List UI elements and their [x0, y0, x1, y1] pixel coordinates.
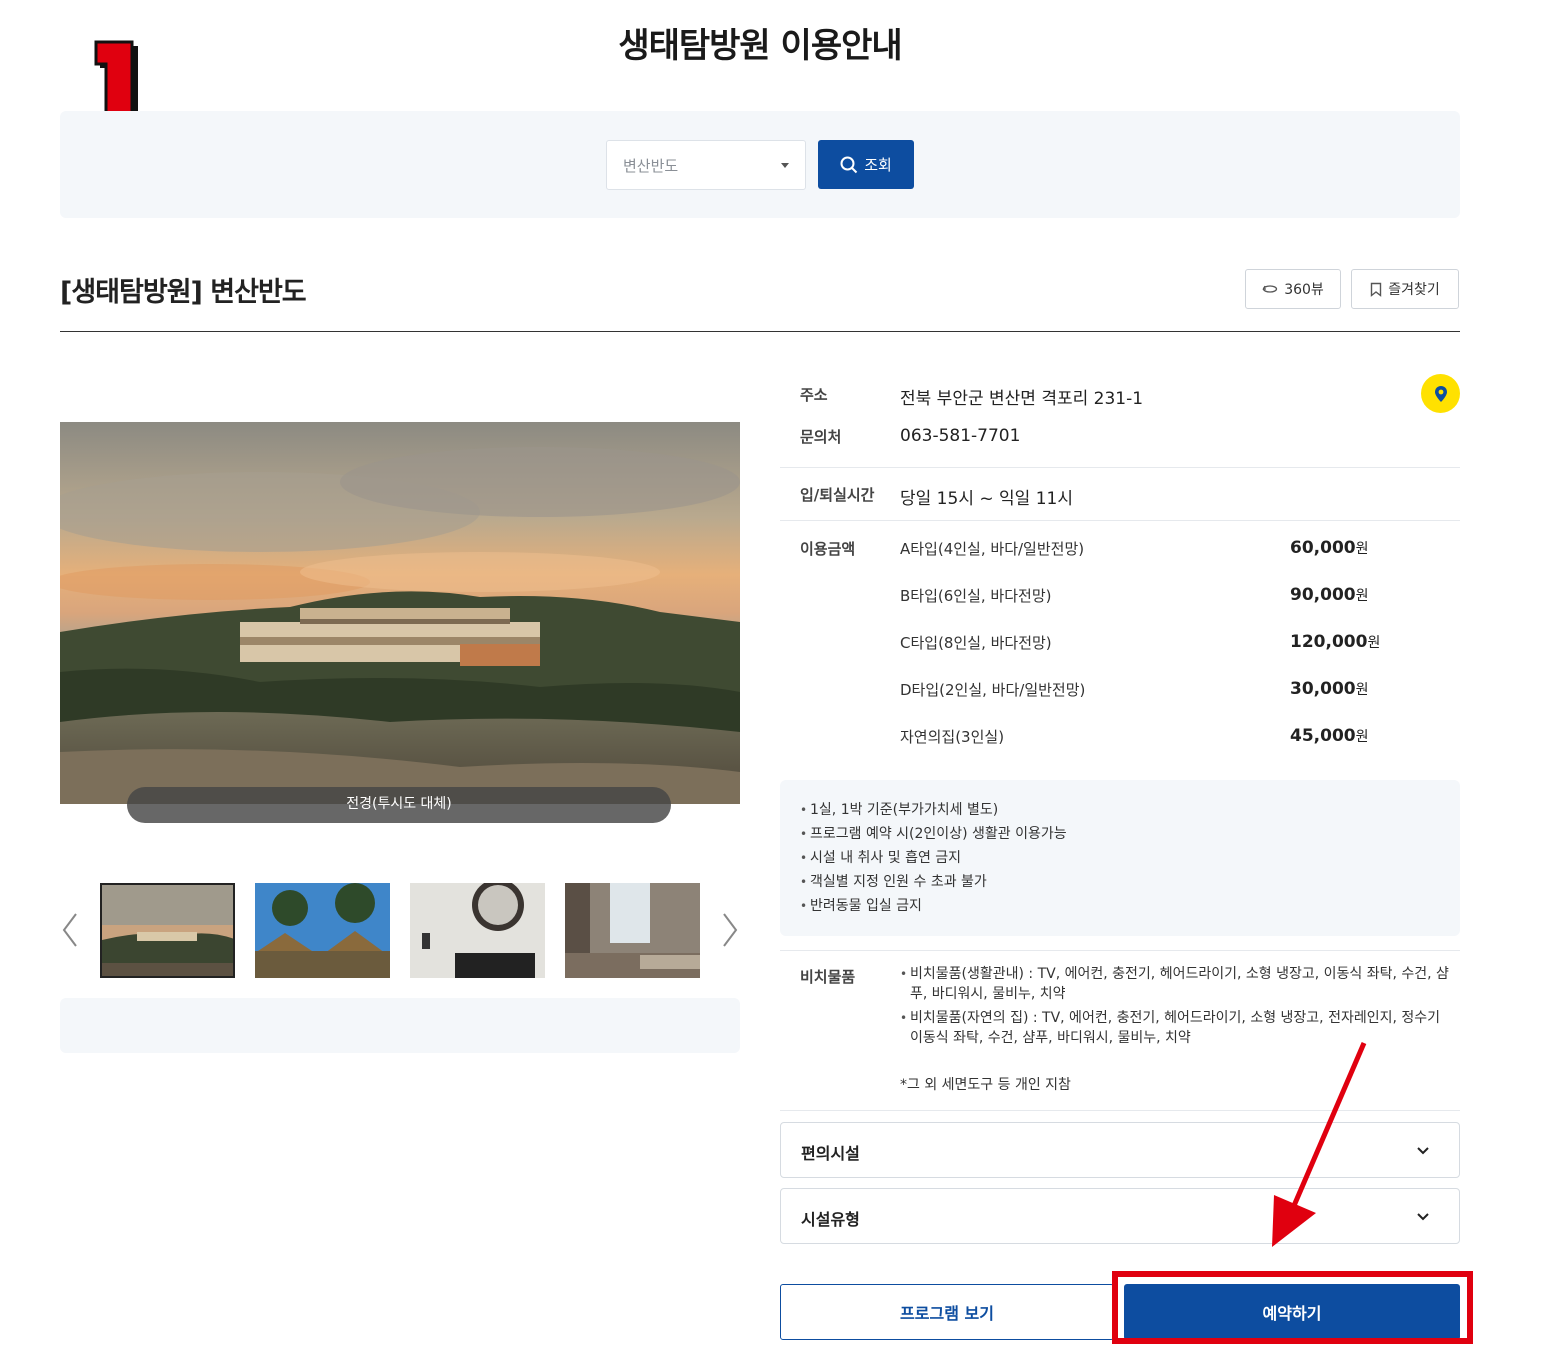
- info-divider: [780, 520, 1460, 521]
- thumbnail-description-box: [60, 998, 740, 1053]
- room-price-value: 90,000: [1290, 585, 1356, 605]
- accordion-convenience[interactable]: 편의시설: [780, 1122, 1460, 1178]
- price-row: C타입(8인실, 바다전망) 120,000원: [780, 632, 1460, 656]
- amenity-item: 비치물품(자연의 집) : TV, 에어컨, 충전기, 헤어드라이기, 소형 냉…: [900, 1008, 1456, 1048]
- amenity-item: 비치물품(생활관내) : TV, 에어컨, 충전기, 헤어드라이기, 소형 냉장…: [900, 964, 1456, 1004]
- room-price: 45,000원: [1290, 726, 1369, 746]
- room-price-unit: 원: [1367, 635, 1381, 651]
- search-button[interactable]: 조회: [818, 140, 914, 189]
- price-row: B타입(6인실, 바다전망) 90,000원: [780, 585, 1460, 609]
- search-button-label: 조회: [864, 156, 892, 174]
- map-pin-icon: [1434, 385, 1447, 402]
- thumbnail-3[interactable]: [410, 883, 545, 978]
- region-select[interactable]: 변산반도: [606, 140, 806, 190]
- amenities-label: 비치물품: [800, 968, 856, 986]
- room-type-name: C타입(8인실, 바다전망): [900, 634, 1052, 652]
- address-value: 전북 부안군 변산면 격포리 231-1: [900, 389, 1144, 409]
- notice-item: 객실별 지정 인원 수 초과 불가: [800, 870, 1440, 894]
- bookmark-icon: [1371, 282, 1382, 297]
- room-price-unit: 원: [1355, 682, 1369, 698]
- price-row: A타입(4인실, 바다/일반전망) 60,000원: [780, 538, 1460, 562]
- notice-item: 프로그램 예약 시(2인이상) 생활관 이용가능: [800, 822, 1440, 846]
- reserve-button[interactable]: 예약하기: [1124, 1284, 1460, 1340]
- thumbnail-bathroom-image: [410, 883, 545, 978]
- region-select-value: 변산반도: [623, 156, 679, 175]
- dropdown-caret-icon: [781, 162, 789, 168]
- facility-title: [생태탐방원] 변산반도: [60, 277, 307, 308]
- facility-panorama-image: [60, 422, 740, 804]
- room-price-unit: 원: [1355, 541, 1369, 557]
- price-row: 자연의집(3인실) 45,000원: [780, 726, 1460, 750]
- room-price-unit: 원: [1355, 729, 1369, 745]
- search-icon: [840, 156, 858, 173]
- room-type-name: A타입(4인실, 바다/일반전망): [900, 540, 1085, 558]
- address-label: 주소: [800, 386, 828, 404]
- rotate-360-icon: [1262, 285, 1278, 293]
- thumbnail-next-arrow-icon[interactable]: [718, 910, 742, 950]
- photo-caption: 전경(투시도 대체): [127, 787, 671, 823]
- accordion-facility-type-label: 시설유형: [801, 1210, 860, 1229]
- checkin-label: 입/퇴실시간: [800, 486, 875, 504]
- main-photo: [60, 422, 740, 804]
- notice-item: 시설 내 취사 및 흡연 금지: [800, 846, 1440, 870]
- title-divider: [60, 331, 1460, 332]
- room-price: 60,000원: [1290, 538, 1369, 558]
- view-360-button[interactable]: 360뷰: [1245, 269, 1341, 309]
- chevron-down-icon: [1417, 1147, 1429, 1155]
- room-price: 30,000원: [1290, 679, 1369, 699]
- thumbnail-4[interactable]: [565, 883, 700, 978]
- amenities-note: *그 외 세면도구 등 개인 지참: [900, 1077, 1071, 1093]
- room-price-value: 45,000: [1290, 726, 1356, 746]
- thumbnail-room-image: [565, 883, 700, 978]
- room-price-value: 120,000: [1290, 632, 1368, 652]
- thumbnail-1[interactable]: [100, 883, 235, 978]
- thumbnail-2[interactable]: [255, 883, 390, 978]
- favorite-label: 즐겨찾기: [1388, 282, 1440, 298]
- thumbnail-prev-arrow-icon[interactable]: [58, 910, 82, 950]
- price-row: D타입(2인실, 바다/일반전망) 30,000원: [780, 679, 1460, 703]
- search-panel: 변산반도 조회: [60, 111, 1460, 218]
- room-price: 120,000원: [1290, 632, 1380, 652]
- page-title: 생태탐방원 이용안내: [618, 26, 902, 66]
- favorite-button[interactable]: 즐겨찾기: [1351, 269, 1459, 309]
- room-type-name: 자연의집(3인실): [900, 728, 1005, 746]
- accordion-convenience-label: 편의시설: [801, 1144, 860, 1163]
- room-price-unit: 원: [1355, 588, 1369, 604]
- view-program-button[interactable]: 프로그램 보기: [780, 1284, 1114, 1340]
- room-type-name: B타입(6인실, 바다전망): [900, 587, 1052, 605]
- view-360-label: 360뷰: [1284, 282, 1324, 298]
- room-price-value: 60,000: [1290, 538, 1356, 558]
- notice-item: 1실, 1박 기준(부가가치세 별도): [800, 798, 1440, 822]
- thumbnail-cabins-image: [255, 883, 390, 978]
- notice-box: 1실, 1박 기준(부가가치세 별도) 프로그램 예약 시(2인이상) 생활관 …: [780, 780, 1460, 936]
- thumbnail-panorama-image: [102, 885, 233, 976]
- contact-value: 063-581-7701: [900, 426, 1021, 446]
- room-price: 90,000원: [1290, 585, 1369, 605]
- amenities-list: 비치물품(생활관내) : TV, 에어컨, 충전기, 헤어드라이기, 소형 냉장…: [900, 964, 1456, 1052]
- accordion-facility-type[interactable]: 시설유형: [780, 1188, 1460, 1244]
- chevron-down-icon: [1417, 1213, 1429, 1221]
- facility-actions: 360뷰 즐겨찾기: [1245, 269, 1459, 309]
- info-divider: [780, 1110, 1460, 1111]
- map-location-button[interactable]: [1421, 374, 1460, 413]
- info-divider: [780, 950, 1460, 951]
- info-divider: [780, 467, 1460, 468]
- checkin-value: 당일 15시 ~ 익일 11시: [900, 489, 1073, 509]
- notice-item: 반려동물 입실 금지: [800, 894, 1440, 918]
- contact-label: 문의처: [800, 428, 842, 446]
- room-type-name: D타입(2인실, 바다/일반전망): [900, 681, 1086, 699]
- room-price-value: 30,000: [1290, 679, 1356, 699]
